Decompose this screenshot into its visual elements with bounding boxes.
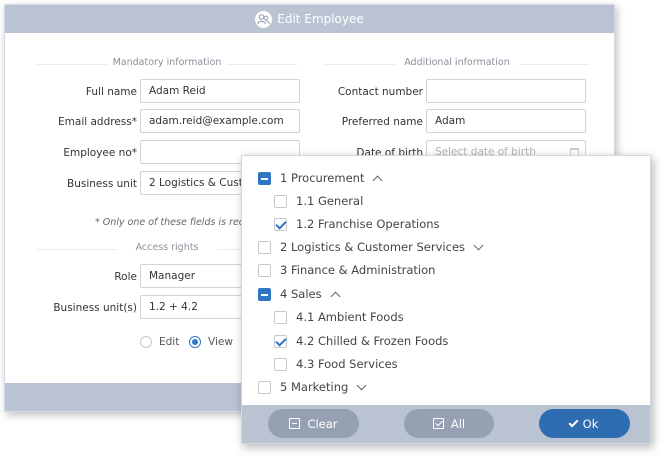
business-units-label: Business unit(s) [53,302,137,314]
full-name-label: Full name [85,86,137,98]
clear-button[interactable]: Clear [268,409,359,438]
dialog-title: Edit Employee [277,12,364,26]
contact-number-input[interactable] [426,79,586,103]
checkmark-icon [568,417,579,427]
tree-item[interactable]: 1 Procurement [258,169,383,187]
tree-item-label: 1.2 Franchise Operations [296,217,440,231]
view-radio[interactable] [189,336,201,348]
clear-icon [289,418,301,429]
select-all-icon [432,418,444,429]
edit-radio-option[interactable]: Edit [140,336,179,348]
view-radio-option[interactable]: View [189,336,233,348]
tree-item-label: 5 Marketing [280,380,349,394]
tree-item[interactable]: 1.2 Franchise Operations [274,215,440,233]
view-radio-label: View [208,336,233,348]
section-additional: Additional information [325,57,589,71]
chevron-down-icon[interactable] [473,240,484,251]
ok-button-label: Ok [582,416,599,431]
tree-item[interactable]: 4 Sales [258,285,341,303]
business-unit-label: Business unit [67,178,137,190]
tree-item-checkbox[interactable] [274,217,287,231]
tree-item-label: 4.2 Chilled & Frozen Foods [296,334,449,348]
tree-item[interactable]: 3 Finance & Administration [258,261,435,279]
tree-item[interactable]: 4.2 Chilled & Frozen Foods [274,332,448,350]
clear-button-label: Clear [307,416,338,431]
tree-item-checkbox[interactable] [274,334,287,348]
tree-item-checkbox[interactable] [258,171,271,185]
tree-item-checkbox[interactable] [274,194,287,208]
preferred-name-label: Preferred name [341,116,423,128]
tree-item-label: 4 Sales [280,287,322,301]
section-mandatory: Mandatory information [37,57,297,71]
tree-item-label: 1 Procurement [280,171,365,185]
tree-item[interactable]: 4.1 Ambient Foods [274,308,404,326]
chevron-down-icon[interactable] [356,380,367,391]
tree-item[interactable]: 1.1 General [274,192,363,210]
contact-number-label: Contact number [337,86,423,98]
user-group-icon [255,10,273,28]
ok-button[interactable]: Ok [539,409,630,438]
business-unit-dropdown: 1 Procurement 1.1 General 1.2 Franchise Op… [241,155,651,444]
tree-item[interactable]: 5 Marketing [258,378,367,396]
select-all-button-label: All [450,416,466,431]
tree-item-checkbox[interactable] [274,310,287,324]
tree-item-label: 4.3 Food Services [296,357,398,371]
preferred-name-input[interactable]: Adam [426,109,586,133]
email-label: Email address* [58,116,137,128]
tree-item-checkbox[interactable] [274,357,287,371]
tree-item[interactable]: 2 Logistics & Customer Services [258,238,484,256]
employee-no-label: Employee no* [63,147,137,159]
edit-radio[interactable] [140,336,152,348]
tree-item-label: 4.1 Ambient Foods [296,310,404,324]
tree-item-checkbox[interactable] [258,380,271,394]
full-name-input[interactable]: Adam Reid [140,79,300,103]
edit-radio-label: Edit [159,336,180,348]
dialog-titlebar: Edit Employee [5,5,614,33]
dropdown-footer: Clear All Ok [242,405,650,443]
tree-item-label: 3 Finance & Administration [280,263,436,277]
chevron-up-icon[interactable] [373,175,383,185]
tree-item[interactable]: 4.3 Food Services [274,355,398,373]
chevron-up-icon[interactable] [330,291,341,301]
tree-item-label: 1.1 General [296,194,364,208]
tree-item-checkbox[interactable] [258,287,271,301]
tree-item-checkbox[interactable] [258,240,271,254]
role-label: Role [114,271,137,283]
email-input[interactable]: adam.reid@example.com [140,109,300,133]
tree-item-checkbox[interactable] [258,263,271,277]
tree-item-label: 2 Logistics & Customer Services [280,240,466,254]
select-all-button[interactable]: All [404,409,494,438]
